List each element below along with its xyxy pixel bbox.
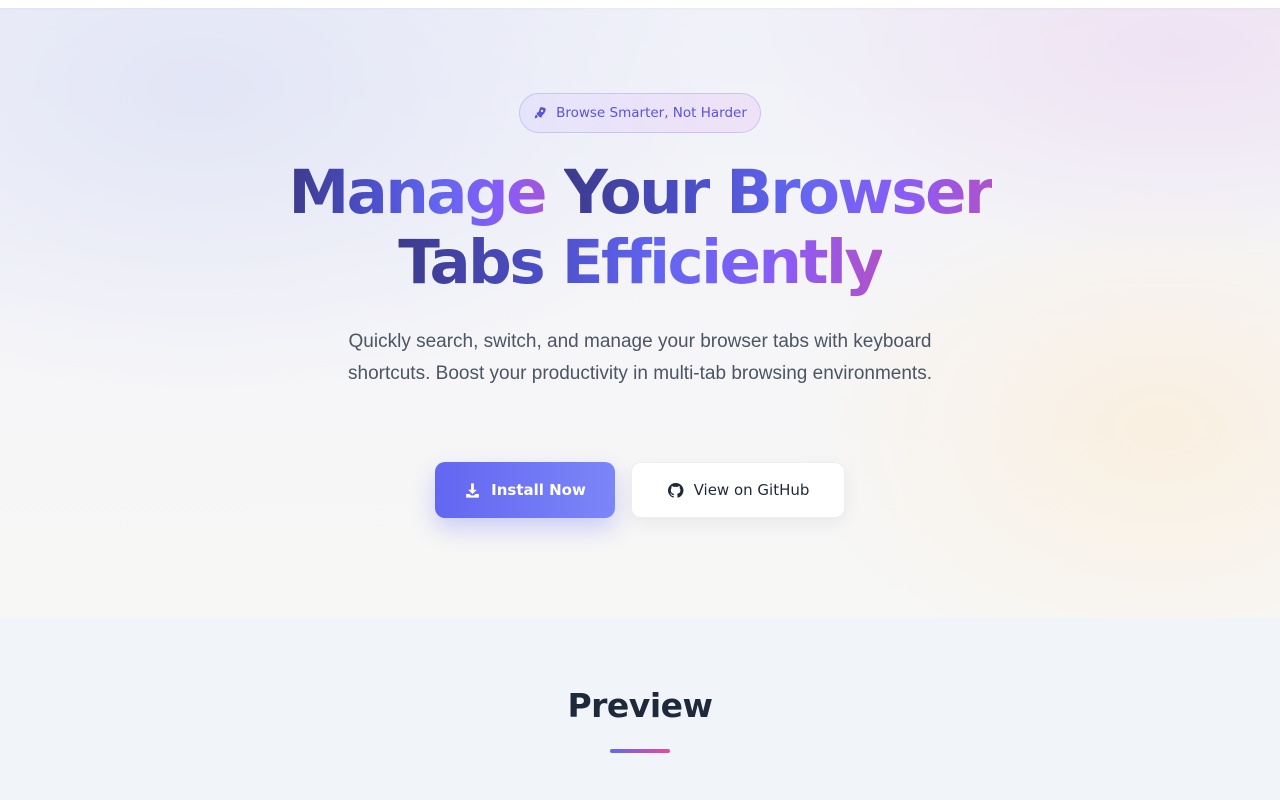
view-on-github-label: View on GitHub	[693, 481, 810, 499]
download-icon	[464, 482, 481, 499]
tagline-badge-label: Browse Smarter, Not Harder	[556, 105, 747, 121]
hero-headline-your-browser: Your Browser	[563, 157, 994, 228]
hero-headline-tabs-efficiently: Tabs Efficiently	[398, 227, 884, 298]
preview-title: Preview	[567, 686, 713, 725]
install-now-label: Install Now	[491, 481, 586, 499]
hero-headline-line-2: Tabs Efficiently	[0, 228, 1280, 298]
hero-headline-line-1: Manage Your Browser	[0, 158, 1280, 228]
tagline-badge: Browse Smarter, Not Harder	[519, 93, 761, 133]
hero-subtitle: Quickly search, switch, and manage your …	[348, 331, 932, 384]
hero-section: Browse Smarter, Not Harder Manage Your B…	[0, 8, 1280, 618]
top-nav-bar	[0, 0, 1280, 8]
preview-title-underline	[610, 749, 670, 753]
github-icon	[667, 482, 684, 499]
hero-headline-manage: Manage	[288, 157, 564, 228]
hero-headline: Manage Your Browser Tabs Efficiently	[0, 158, 1280, 298]
install-now-button[interactable]: Install Now	[435, 462, 615, 518]
view-on-github-button[interactable]: View on GitHub	[631, 462, 845, 518]
rocket-icon	[533, 106, 547, 120]
preview-section: Preview	[0, 618, 1280, 800]
